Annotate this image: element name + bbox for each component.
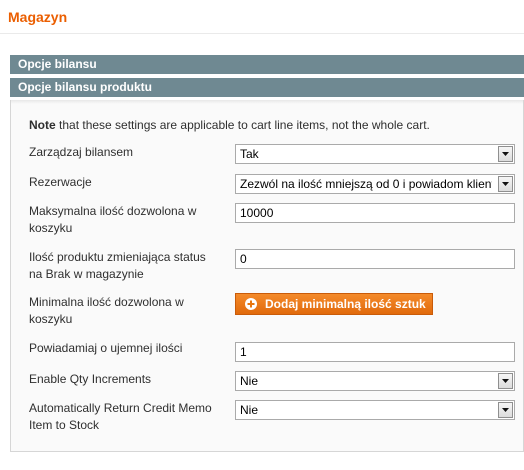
chevron-down-icon[interactable]: [498, 146, 513, 162]
max-qty-input[interactable]: 10000: [235, 203, 515, 223]
chevron-down-icon[interactable]: [498, 176, 513, 192]
add-min-qty-label: Dodaj minimalną ilość sztuk: [265, 297, 426, 311]
max-qty-value: 10000: [240, 206, 274, 220]
chevron-down-icon[interactable]: [498, 373, 513, 389]
section-header-product-inventory-options[interactable]: Opcje bilansu produktu: [10, 78, 524, 97]
backorders-select[interactable]: Zezwól na ilość mniejszą od 0 i powiadom…: [235, 174, 515, 194]
note-bold: Note: [29, 118, 56, 132]
qty-increments-select[interactable]: Nie: [235, 371, 515, 391]
backorders-label: Rezerwacje: [29, 175, 92, 189]
manage-stock-select[interactable]: Tak: [235, 144, 515, 164]
out-of-stock-qty-input[interactable]: 0: [235, 249, 515, 269]
section-header-inventory-options[interactable]: Opcje bilansu: [10, 55, 524, 74]
page-title: Magazyn: [8, 9, 68, 25]
qty-increments-label: Enable Qty Increments: [29, 372, 152, 386]
plus-circle-icon: [245, 298, 257, 310]
return-credit-memo-select[interactable]: Nie: [235, 400, 515, 420]
panel-shadow: [11, 100, 523, 104]
min-qty-label: Minimalna ilość dozwolona w koszyku: [29, 295, 184, 326]
cart-note: Note that these settings are applicable …: [29, 118, 430, 132]
return-credit-memo-value: Nie: [240, 403, 259, 417]
notify-qty-input[interactable]: 1: [235, 342, 515, 362]
chevron-down-icon[interactable]: [498, 402, 513, 418]
manage-stock-label: Zarządzaj bilansem: [29, 145, 134, 159]
add-min-qty-button[interactable]: Dodaj minimalną ilość sztuk: [235, 293, 433, 315]
out-of-stock-qty-value: 0: [240, 252, 247, 266]
product-inventory-panel: Note that these settings are applicable …: [10, 100, 524, 452]
notify-qty-value: 1: [240, 345, 247, 359]
manage-stock-value: Tak: [240, 147, 259, 161]
notify-qty-label: Powiadamiaj o ujemnej ilości: [29, 341, 183, 355]
qty-increments-value: Nie: [240, 374, 259, 388]
note-text: that these settings are applicable to ca…: [55, 118, 430, 132]
return-credit-memo-label: Automatically Return Credit Memo Item to…: [29, 401, 212, 432]
backorders-value: Zezwól na ilość mniejszą od 0 i powiadom…: [240, 177, 492, 191]
title-divider: [0, 33, 524, 34]
out-of-stock-qty-label: Ilość produktu zmieniająca status na Bra…: [29, 250, 206, 281]
max-qty-label: Maksymalna ilość dozwolona w koszyku: [29, 204, 197, 235]
